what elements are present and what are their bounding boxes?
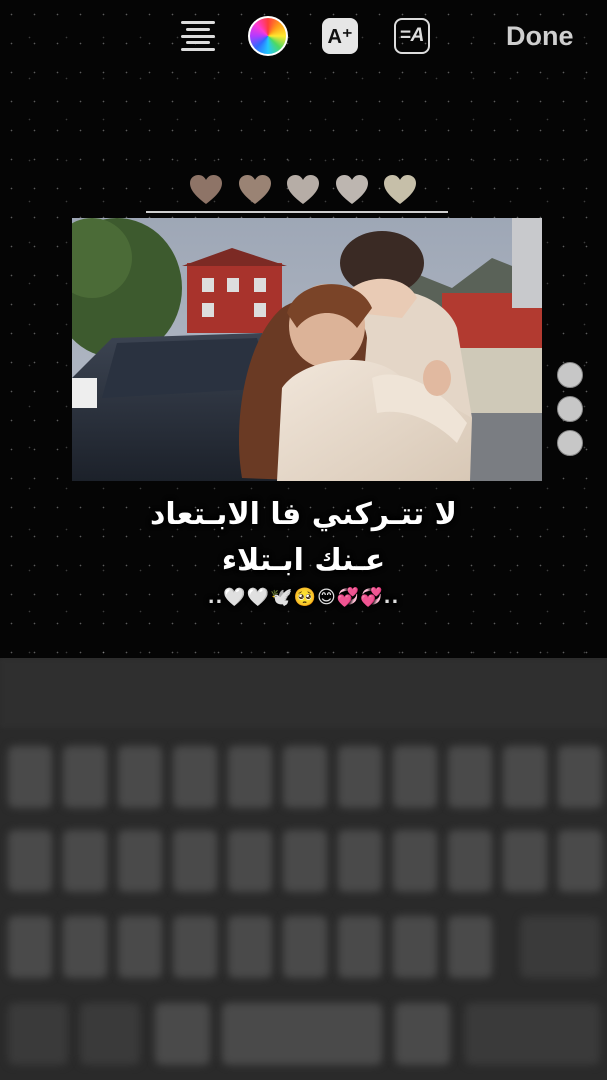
keyboard-key[interactable] [283, 916, 327, 978]
keyboard-key[interactable] [118, 746, 162, 808]
keyboard-key[interactable] [228, 916, 272, 978]
keyboard-key[interactable] [503, 830, 547, 892]
keyboard-key[interactable] [558, 746, 602, 808]
keyboard-key[interactable] [228, 746, 272, 808]
keyboard-key[interactable] [393, 746, 437, 808]
keyboard-key[interactable] [118, 916, 162, 978]
backspace-key[interactable] [520, 916, 600, 978]
heart-icon [188, 172, 224, 208]
color-picker-button[interactable] [247, 16, 289, 56]
keyboard-key[interactable] [63, 916, 107, 978]
keyboard-key[interactable] [283, 830, 327, 892]
keyboard-suggestion-bar [0, 658, 607, 728]
text-align-center-icon [181, 21, 215, 51]
color-wheel-icon [248, 16, 288, 56]
keyboard-key[interactable] [118, 830, 162, 892]
keyboard-key[interactable] [63, 746, 107, 808]
keyboard-key[interactable] [393, 830, 437, 892]
keyboard-key[interactable] [448, 746, 492, 808]
caption-line-1[interactable]: لا تتـركني فا الابـتعاد [0, 497, 607, 532]
font-size-button[interactable]: A⁺ [320, 16, 360, 56]
keyboard-key[interactable] [63, 830, 107, 892]
caption-line-2[interactable]: عـنك ابـتلاء [0, 543, 607, 578]
slider-dot[interactable] [557, 362, 583, 388]
hearts-row [188, 172, 418, 212]
keyboard-key[interactable] [8, 746, 52, 808]
keyboard-key[interactable] [448, 830, 492, 892]
keyboard-key[interactable] [395, 1003, 450, 1065]
keyboard-key[interactable] [283, 746, 327, 808]
text-align-button[interactable] [178, 16, 218, 56]
text-editor-toolbar: A⁺ =A Done [0, 0, 607, 75]
font-size-increase-icon: A⁺ [322, 18, 358, 54]
keyboard-key[interactable] [155, 1003, 210, 1065]
hearts-underline [146, 211, 448, 213]
slider-dot[interactable] [557, 430, 583, 456]
keyboard-key[interactable] [173, 916, 217, 978]
keyboard-key[interactable] [448, 916, 492, 978]
text-size-slider[interactable] [555, 362, 585, 462]
keyboard-key[interactable] [228, 830, 272, 892]
numbers-key[interactable] [8, 1003, 68, 1065]
text-style-button[interactable]: =A [392, 16, 432, 56]
text-style-icon: =A [394, 18, 430, 54]
keyboard-key[interactable] [338, 830, 382, 892]
slider-dot[interactable] [557, 396, 583, 422]
keyboard-key[interactable] [8, 830, 52, 892]
keyboard[interactable] [0, 658, 607, 1080]
keyboard-key[interactable] [8, 916, 52, 978]
keyboard-key[interactable] [503, 746, 547, 808]
done-button[interactable]: Done [506, 16, 596, 56]
keyboard-key[interactable] [338, 916, 382, 978]
keyboard-key[interactable] [338, 746, 382, 808]
heart-icon [285, 172, 321, 208]
space-key[interactable] [222, 1003, 382, 1065]
couple-photo [72, 218, 542, 481]
heart-icon [382, 172, 418, 208]
caption-emoji-line[interactable]: ..💞💞😊🥺🕊️🤍🤍.. [0, 587, 607, 608]
keyboard-key[interactable] [558, 830, 602, 892]
keyboard-key[interactable] [173, 830, 217, 892]
heart-icon [237, 172, 273, 208]
return-key[interactable] [465, 1003, 600, 1065]
emoji-key[interactable] [80, 1003, 140, 1065]
keyboard-key[interactable] [393, 916, 437, 978]
keyboard-key[interactable] [173, 746, 217, 808]
heart-icon [334, 172, 370, 208]
